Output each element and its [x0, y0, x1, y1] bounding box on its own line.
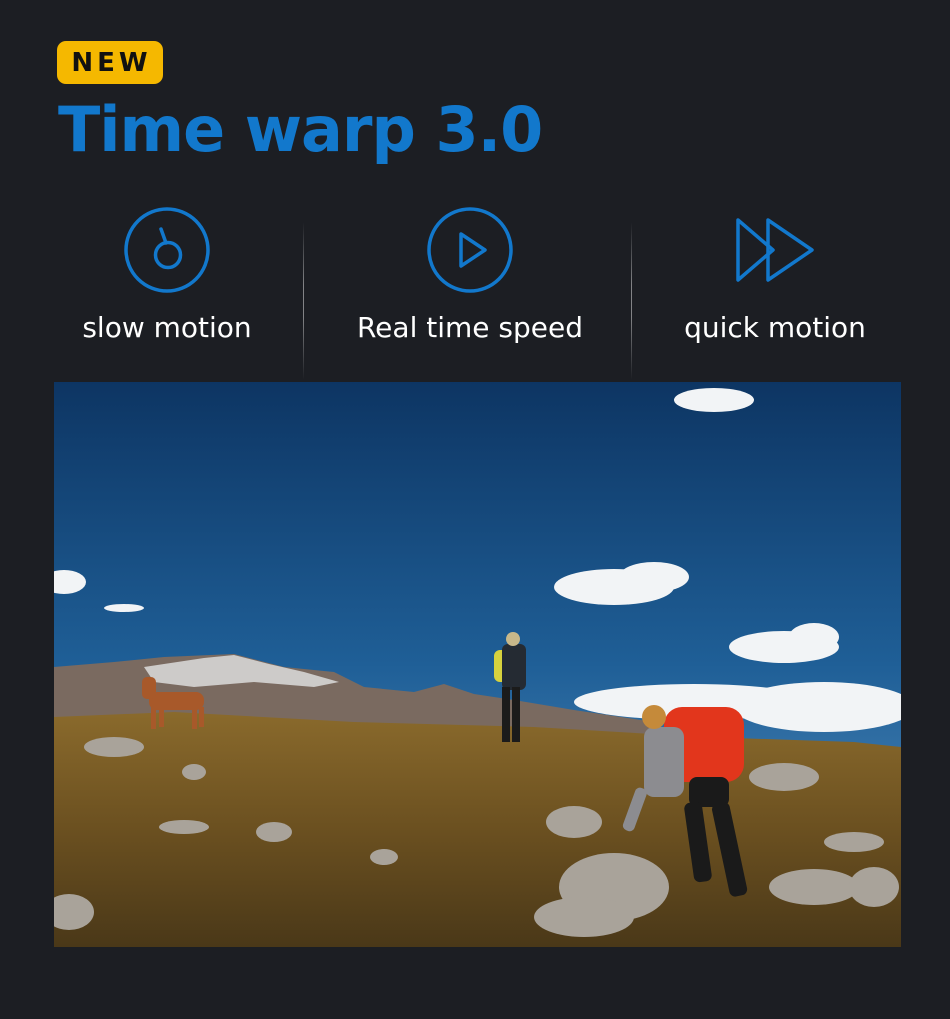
feature-quick-motion: quick motion: [660, 205, 890, 365]
feature-label: slow motion: [82, 311, 252, 344]
hiking-photo: [54, 382, 901, 947]
feature-label: Real time speed: [356, 311, 583, 344]
feature-slow-motion: slow motion: [57, 205, 277, 365]
fast-forward-icon: [736, 218, 814, 282]
feature-label: quick motion: [684, 311, 866, 344]
play-icon: [427, 207, 513, 293]
feature-real-time: Real time speed: [320, 205, 620, 365]
divider: [631, 222, 632, 380]
new-badge: NEW: [57, 41, 163, 84]
page-title: Time warp 3.0: [58, 93, 543, 166]
slow-motion-icon: [124, 207, 210, 293]
divider: [303, 222, 304, 380]
